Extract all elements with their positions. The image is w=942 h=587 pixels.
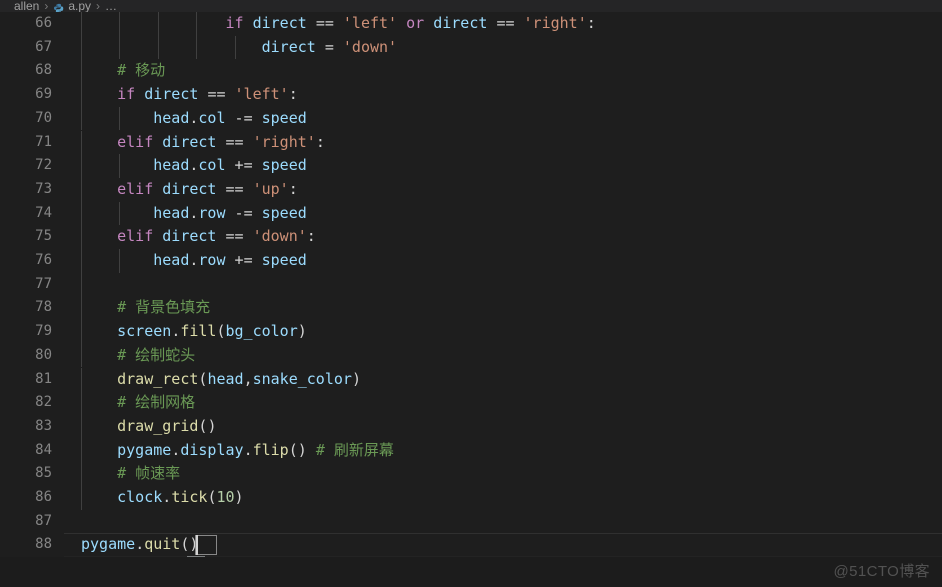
line-number: 69 <box>35 86 52 103</box>
line-number: 74 <box>35 204 52 221</box>
line-content[interactable]: head.row -= speed <box>81 202 307 226</box>
indent-guide <box>81 12 82 36</box>
line-content[interactable]: elif direct == 'up': <box>81 178 298 202</box>
line-number: 81 <box>35 370 52 387</box>
line-content[interactable]: elif direct == 'right': <box>81 131 325 155</box>
line-number: 84 <box>35 441 52 458</box>
code-lines-container[interactable]: 66 if direct == 'left' or direct == 'rig… <box>0 12 942 557</box>
indent-guide <box>157 35 159 60</box>
line-content[interactable]: screen.fill(bg_color) <box>81 320 307 344</box>
watermark: @51CTO博客 <box>833 563 930 580</box>
indent-guide <box>157 12 159 36</box>
indent-guide <box>81 296 82 321</box>
indent-guide <box>81 272 82 297</box>
line-content[interactable]: # 绘制蛇头 <box>81 344 195 368</box>
line-number: 85 <box>35 465 52 482</box>
bottom-strip <box>0 557 942 587</box>
line-content[interactable]: head.col += speed <box>81 154 307 178</box>
python-file-icon <box>53 3 64 12</box>
indent-guide <box>119 249 121 273</box>
indent-guide <box>81 438 82 463</box>
breadcrumb[interactable]: allen › a.py › … <box>0 0 942 12</box>
line-content[interactable]: elif direct == 'down': <box>81 225 316 249</box>
line-content[interactable]: head.row += speed <box>81 249 307 273</box>
breadcrumb-separator-2: › <box>96 0 101 12</box>
line-number: 88 <box>35 536 52 553</box>
indent-guide <box>81 35 82 60</box>
line-number: 70 <box>35 109 52 126</box>
line-content[interactable]: direct = 'down' <box>81 36 397 60</box>
indent-guide <box>81 367 82 392</box>
line-content[interactable]: # 绘制网格 <box>81 391 195 415</box>
indent-guide <box>81 391 82 415</box>
line-content[interactable]: draw_rect(head,snake_color) <box>81 368 361 392</box>
line-content[interactable]: clock.tick(10) <box>81 486 243 510</box>
indent-guide <box>81 225 82 249</box>
line-content[interactable]: # 移动 <box>81 59 165 83</box>
indent-guide <box>81 201 82 226</box>
line-number: 87 <box>35 512 52 529</box>
line-number: 68 <box>35 62 52 79</box>
breadcrumb-root[interactable]: allen <box>14 0 39 12</box>
indent-guide <box>119 201 121 226</box>
line-number: 80 <box>35 346 52 363</box>
indent-guide <box>81 343 82 368</box>
indent-guide <box>196 35 198 60</box>
breadcrumb-symbol[interactable]: … <box>105 0 117 12</box>
line-content[interactable]: draw_grid() <box>81 415 216 439</box>
indent-guide <box>81 177 82 202</box>
indent-guide <box>81 106 82 131</box>
line-number: 83 <box>35 417 52 434</box>
indent-guide <box>234 35 236 60</box>
indent-guide <box>81 486 82 510</box>
indent-guide <box>119 154 121 178</box>
line-number: 75 <box>35 228 52 245</box>
line-number: 82 <box>35 394 52 411</box>
line-number: 76 <box>35 252 52 268</box>
indent-guide <box>81 249 82 273</box>
line-content[interactable]: if direct == 'left': <box>81 83 298 107</box>
line-number: 77 <box>35 275 52 292</box>
line-number: 67 <box>35 38 52 55</box>
indent-guide <box>81 154 82 178</box>
line-number: 72 <box>35 157 52 174</box>
indent-guide <box>81 130 82 155</box>
indent-guide <box>81 59 82 84</box>
breadcrumb-separator: › <box>44 0 49 12</box>
indent-guide <box>81 462 82 486</box>
line-content[interactable]: pygame.quit() <box>81 533 198 557</box>
indent-guide <box>119 12 121 36</box>
indent-guide <box>81 320 82 344</box>
line-number: 78 <box>35 299 52 316</box>
breadcrumb-file[interactable]: a.py <box>68 0 91 12</box>
line-number: 66 <box>35 15 52 31</box>
line-number: 79 <box>35 323 52 340</box>
line-content[interactable]: pygame.display.flip() # 刷新屏幕 <box>81 439 394 463</box>
indent-guide <box>119 106 121 131</box>
indent-guide <box>119 35 121 60</box>
line-content[interactable]: # 帧速率 <box>81 462 180 486</box>
line-number: 86 <box>35 489 52 505</box>
line-number: 71 <box>35 133 52 150</box>
line-content[interactable]: head.col -= speed <box>81 107 307 131</box>
indent-guide <box>196 12 198 36</box>
indent-guide <box>81 414 82 439</box>
line-content[interactable]: # 背景色填充 <box>81 296 210 320</box>
code-editor[interactable]: 66 if direct == 'left' or direct == 'rig… <box>0 12 942 557</box>
line-number: 73 <box>35 180 52 197</box>
text-cursor <box>196 535 199 556</box>
indent-guide <box>81 83 82 107</box>
